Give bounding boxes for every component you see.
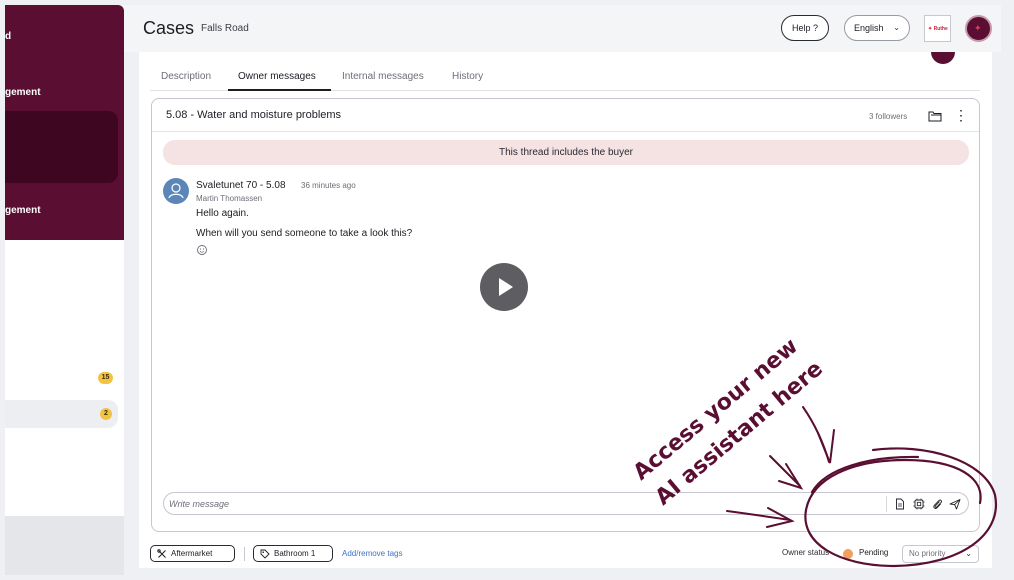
active-tab-indicator <box>228 89 331 91</box>
tools-icon <box>157 549 166 558</box>
send-icon[interactable] <box>949 498 961 510</box>
page-title: Cases <box>143 18 195 38</box>
brand-mark-icon: ✦ <box>974 23 982 33</box>
tab-description[interactable]: Description <box>161 71 211 82</box>
person-icon <box>168 183 184 199</box>
buyer-notice-banner: This thread includes the buyer <box>163 140 969 165</box>
paperclip-icon[interactable] <box>932 498 943 510</box>
count-badge-2: 2 <box>100 408 112 420</box>
divider <box>152 131 979 132</box>
status-value[interactable]: Pending <box>859 548 888 557</box>
priority-value: No priority <box>909 549 946 558</box>
chevron-down-icon: ⌄ <box>965 549 972 558</box>
priority-select[interactable]: No priority ⌄ <box>902 545 979 563</box>
play-icon <box>499 278 513 296</box>
tag-chip-aftermarket[interactable]: Aftermarket <box>150 545 235 562</box>
user-avatar[interactable]: ✦ <box>965 15 992 42</box>
tab-bar: Description Owner messages Internal mess… <box>150 69 980 91</box>
page-subtitle: Falls Road <box>201 23 249 34</box>
document-icon[interactable] <box>895 498 905 510</box>
message-text-line: Hello again. <box>196 208 249 219</box>
tab-owner-messages[interactable]: Owner messages <box>238 71 316 82</box>
sidebar-item-selected[interactable] <box>5 111 118 183</box>
thread-title: 5.08 - Water and moisture problems <box>166 109 342 121</box>
language-label: English <box>854 23 884 33</box>
sender-avatar <box>163 178 189 204</box>
sidebar: d gement gement 15 2 <box>5 5 124 516</box>
sidebar-item-1[interactable]: d <box>5 31 11 42</box>
followers-count[interactable]: 3 followers <box>869 112 907 121</box>
top-header: Cases Falls Road Help ? English ⌄ ✦ Ruth… <box>124 5 1001 52</box>
message-timestamp: 36 minutes ago <box>301 181 356 190</box>
company-logo-text: ✦ Ruthe <box>928 26 948 32</box>
message-thread: 5.08 - Water and moisture problems 3 fol… <box>151 98 980 532</box>
message-composer <box>163 492 969 515</box>
count-badge: 15 <box>98 372 113 384</box>
message-author: Martin Thomassen <box>196 194 263 203</box>
chevron-down-icon: ⌄ <box>893 23 900 32</box>
owner-status-label: Owner status <box>782 548 830 557</box>
folder-icon[interactable] <box>928 110 942 122</box>
add-remove-tags-link[interactable]: Add/remove tags <box>342 549 402 558</box>
tag-icon <box>260 549 270 559</box>
message-input[interactable] <box>169 496 869 511</box>
sidebar-footer <box>5 516 124 575</box>
message-sender: Svaletunet 70 - 5.08 <box>196 180 286 191</box>
tag-label: Bathroom 1 <box>274 549 316 558</box>
video-play-button[interactable] <box>480 263 528 311</box>
tag-label: Aftermarket <box>171 549 213 558</box>
ai-assistant-icon[interactable] <box>913 498 925 510</box>
divider <box>244 547 245 561</box>
more-options-icon[interactable]: ⋮ <box>954 108 968 122</box>
company-logo[interactable]: ✦ Ruthe <box>924 15 951 42</box>
sidebar-nav-section: d gement gement <box>5 5 124 240</box>
sidebar-item-management-2[interactable]: gement <box>5 205 41 216</box>
tag-chip-bathroom[interactable]: Bathroom 1 <box>253 545 333 562</box>
language-select[interactable]: English ⌄ <box>844 15 910 41</box>
sidebar-item-management[interactable]: gement <box>5 87 41 98</box>
help-button[interactable]: Help ? <box>781 15 829 41</box>
divider <box>886 496 887 512</box>
message-text-line: When will you send someone to take a loo… <box>196 228 413 239</box>
status-dot-icon <box>843 549 853 559</box>
add-reaction-icon[interactable] <box>196 244 208 256</box>
tab-internal-messages[interactable]: Internal messages <box>342 71 424 82</box>
tab-history[interactable]: History <box>452 71 483 82</box>
